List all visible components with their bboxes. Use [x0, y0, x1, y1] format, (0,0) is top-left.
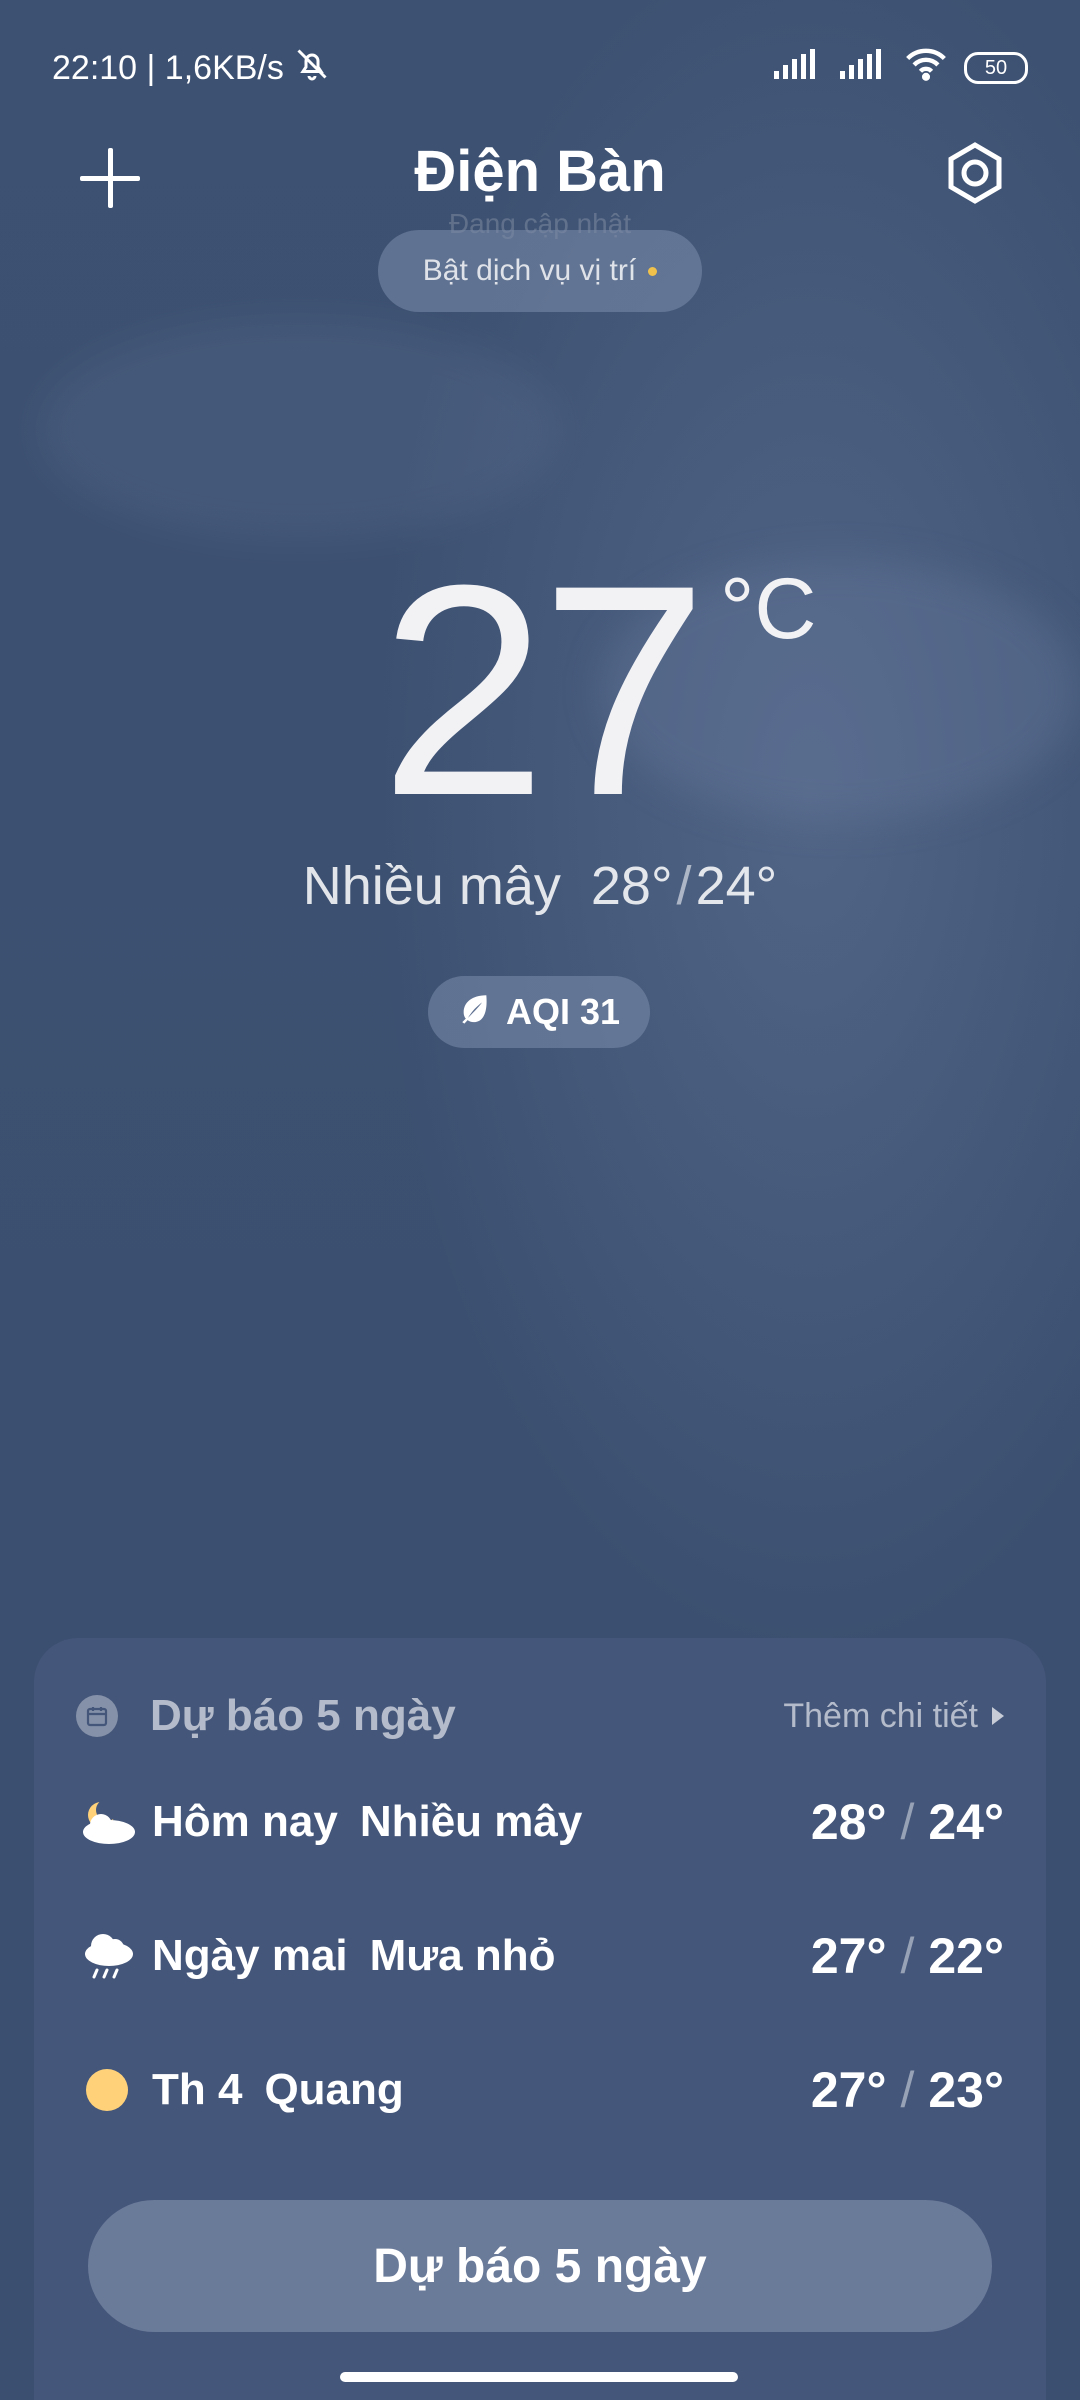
forecast-row[interactable]: Th 4 Quang 27°/23°	[76, 2050, 1004, 2130]
forecast-day: Hôm nay	[152, 1797, 338, 1846]
forecast-desc: Mưa nhỏ	[369, 1931, 556, 1980]
location-service-label: Bật dịch vụ vị trí	[422, 254, 637, 287]
forecast-header: Dự báo 5 ngày Thêm chi tiết	[76, 1686, 1004, 1746]
chevron-right-icon	[992, 1707, 1004, 1725]
forecast-high: 27°	[810, 2062, 887, 2118]
notification-dot	[648, 266, 658, 276]
signal-icon	[772, 48, 822, 88]
battery-level: 50	[984, 57, 1008, 79]
forecast-low: 24°	[928, 1794, 1004, 1850]
more-details-label: Thêm chi tiết	[783, 1696, 978, 1735]
bell-off-icon	[294, 46, 330, 91]
forecast-card: Dự báo 5 ngày Thêm chi tiết Hôm nay Nhiề…	[34, 1638, 1046, 2400]
battery-icon: 50	[964, 52, 1028, 84]
wifi-icon	[904, 47, 948, 90]
forecast-temps: 28°/24°	[811, 1793, 1004, 1851]
forecast-day: Ngày mai	[152, 1931, 348, 1980]
status-bar: 22:10 | 1,6KB/s 50	[52, 40, 1028, 96]
condition-text: Nhiều mây	[302, 856, 561, 916]
forecast-desc: Quang	[264, 2065, 404, 2114]
slash-divider: /	[900, 1794, 915, 1850]
forecast-row[interactable]: Hôm nay Nhiều mây 28°/24°	[76, 1782, 1004, 1862]
slash-divider: /	[900, 1928, 915, 1984]
city-name: Điện Bàn	[414, 139, 666, 204]
forecast-low: 23°	[928, 2062, 1004, 2118]
forecast-high: 28°	[810, 1794, 887, 1850]
forecast-temps: 27°/23°	[811, 2061, 1004, 2119]
forecast-desc: Nhiều mây	[359, 1797, 583, 1846]
location-service-button[interactable]: Bật dịch vụ vị trí	[378, 230, 702, 312]
forecast-title: Dự báo 5 ngày	[150, 1691, 456, 1740]
home-indicator[interactable]	[340, 2372, 738, 2382]
temperature-unit: °C	[720, 561, 817, 657]
low-temp: 24°	[695, 856, 778, 916]
partly-cloudy-night-icon	[76, 1791, 138, 1853]
sunny-icon	[76, 2059, 138, 2121]
five-day-forecast-button[interactable]: Dự báo 5 ngày	[88, 2200, 992, 2332]
signal-icon	[838, 48, 888, 88]
light-rain-icon	[76, 1925, 138, 1987]
forecast-temps: 27°/22°	[811, 1927, 1004, 1985]
forecast-row[interactable]: Ngày mai Mưa nhỏ 27°/22°	[76, 1916, 1004, 1996]
forecast-high: 27°	[810, 1928, 887, 1984]
more-details-link[interactable]: Thêm chi tiết	[783, 1697, 1004, 1736]
forecast-low: 22°	[928, 1928, 1004, 1984]
current-condition: Nhiều mây 28°/24°	[0, 855, 1080, 917]
calendar-icon	[76, 1695, 118, 1737]
gear-icon[interactable]	[942, 140, 1008, 206]
slash-divider: /	[676, 856, 692, 916]
aqi-value: AQI 31	[505, 991, 621, 1032]
current-temperature: 27	[380, 522, 708, 858]
slash-divider: /	[900, 2062, 915, 2118]
status-time: 22:10 | 1,6KB/s	[52, 48, 284, 87]
cloud-decoration	[40, 320, 560, 540]
high-temp: 28°	[590, 856, 673, 916]
top-bar: Điện Bàn	[0, 128, 1080, 218]
forecast-day: Th 4	[152, 2065, 243, 2114]
aqi-badge[interactable]: AQI 31	[428, 976, 650, 1048]
leaf-icon	[458, 991, 492, 1034]
